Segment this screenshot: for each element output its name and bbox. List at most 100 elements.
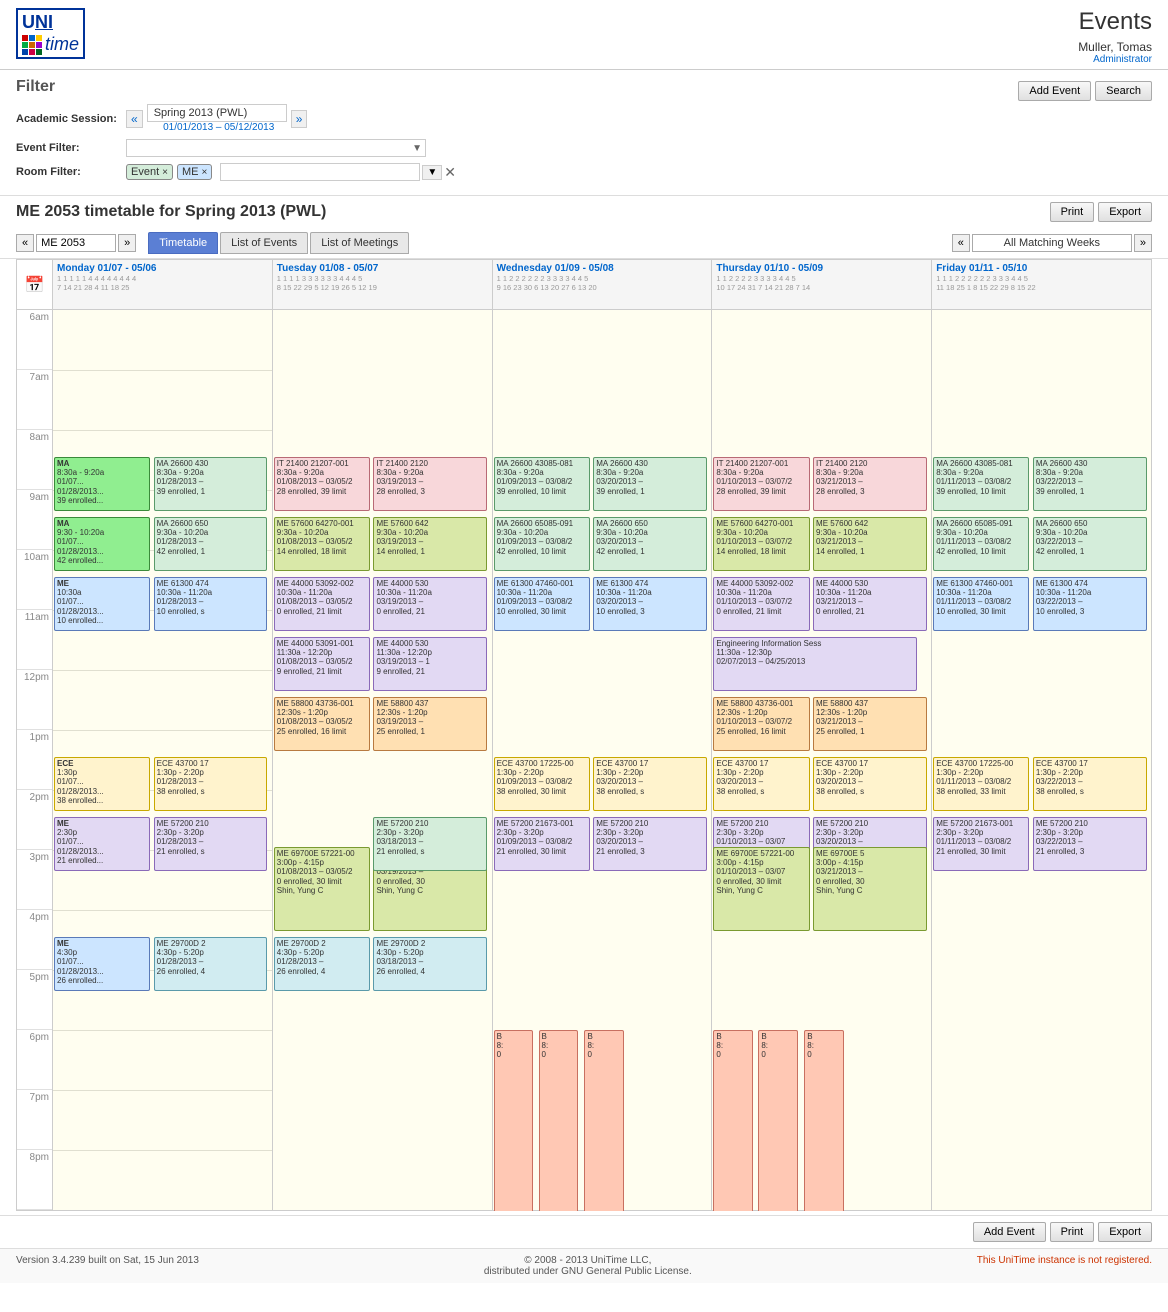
tue-me44000-1[interactable]: ME 44000 53092-002 10:30a - 11:20a 01/08…: [274, 577, 370, 631]
tue-me57200d-r[interactable]: ME 57200 210 2:30p - 3:20p 03/18/2013 – …: [373, 817, 487, 871]
print-button-bottom[interactable]: Print: [1050, 1222, 1095, 1242]
print-button-top[interactable]: Print: [1050, 202, 1095, 222]
tag-me-pill[interactable]: ME ×: [177, 164, 212, 180]
mon-me61300[interactable]: ME 10:30a 01/07... 01/28/2013... 10 enro…: [54, 577, 150, 631]
session-next-btn[interactable]: »: [291, 110, 308, 128]
course-prev-btn[interactable]: «: [16, 234, 34, 252]
thu-event-6pm-2[interactable]: B8:0: [758, 1030, 797, 1211]
fri-ma26600-1[interactable]: MA 26600 43085-081 8:30a - 9:20a 01/11/2…: [933, 457, 1029, 511]
filter-title: Filter: [16, 78, 55, 96]
wed-ma26600-r[interactable]: MA 26600 430 8:30a - 9:20a 03/20/2013 – …: [593, 457, 707, 511]
tue-me29700d-r[interactable]: ME 29700D 2 4:30p - 5:20p 03/18/2013 – 2…: [373, 937, 487, 991]
export-button-bottom[interactable]: Export: [1098, 1222, 1152, 1242]
mon-me29700[interactable]: ME 4:30p 01/07... 01/28/2013... 26 enrol…: [54, 937, 150, 991]
tuesday-grid: IT 21400 21207-001 8:30a - 9:20a 01/08/2…: [273, 310, 492, 1210]
course-next-btn[interactable]: »: [118, 234, 136, 252]
room-filter-arrow-btn[interactable]: ▼: [422, 165, 442, 180]
wed-ma26600-9r[interactable]: MA 26600 650 9:30a - 10:20a 03/20/2013 –…: [593, 517, 707, 571]
tue-me69700-1[interactable]: ME 69700E 57221-00 3:00p - 4:15p 01/08/2…: [274, 847, 370, 931]
monday-grid: MA 8:30a - 9:20a 01/07... 01/28/2013... …: [53, 310, 272, 1210]
room-filter-clear-btn[interactable]: ✕: [444, 164, 456, 181]
event-filter-input[interactable]: [126, 139, 426, 157]
mon-ece43700[interactable]: ECE 1:30p 01/07... 01/28/2013... 38 enro…: [54, 757, 150, 811]
tue-me57600-1[interactable]: ME 57600 64270-001 9:30a - 10:20a 01/08/…: [274, 517, 370, 571]
thu-it21400-1[interactable]: IT 21400 21207-001 8:30a - 9:20a 01/10/2…: [713, 457, 809, 511]
calendar-icon[interactable]: 📅: [25, 275, 45, 295]
thu-it21400-r[interactable]: IT 21400 2120 8:30a - 9:20a 03/21/2013 –…: [813, 457, 927, 511]
tue-me44000-11[interactable]: ME 44000 53091-001 11:30a - 12:20p 01/08…: [274, 637, 370, 691]
mon-ma-9am[interactable]: MA 9:30 - 10:20a 01/07... 01/28/2013... …: [54, 517, 150, 571]
thu-eng-info[interactable]: Engineering Information Sess 11:30a - 12…: [713, 637, 916, 691]
wed-me61300-1[interactable]: ME 61300 47460-001 10:30a - 11:20a 01/09…: [494, 577, 590, 631]
fri-ece43700-r[interactable]: ECE 43700 17 1:30p - 2:20p 03/22/2013 – …: [1033, 757, 1147, 811]
fri-me61300-r[interactable]: ME 61300 474 10:30a - 11:20a 03/22/2013 …: [1033, 577, 1147, 631]
thu-me69700-r[interactable]: ME 69700E 5 3:00p - 4:15p 03/21/2013 – 0…: [813, 847, 927, 931]
fri-me57200-r[interactable]: ME 57200 210 2:30p - 3:20p 03/22/2013 – …: [1033, 817, 1147, 871]
session-prev-btn[interactable]: «: [126, 110, 143, 128]
thu-ece43700-1[interactable]: ECE 43700 17 1:30p - 2:20p 03/20/2013 – …: [713, 757, 809, 811]
tue-it21400-1[interactable]: IT 21400 21207-001 8:30a - 9:20a 01/08/2…: [274, 457, 370, 511]
tab-timetable[interactable]: Timetable: [148, 232, 218, 254]
wed-ece43700-1[interactable]: ECE 43700 17225-00 1:30p - 2:20p 01/09/2…: [494, 757, 590, 811]
fri-ma26600-9r[interactable]: MA 26600 650 9:30a - 10:20a 03/22/2013 –…: [1033, 517, 1147, 571]
thu-me69700-1[interactable]: ME 69700E 57221-00 3:00p - 4:15p 01/10/2…: [713, 847, 809, 931]
fri-ece43700-1[interactable]: ECE 43700 17225-00 1:30p - 2:20p 01/11/2…: [933, 757, 1029, 811]
mon-ma26600-2[interactable]: MA 26600 650 9:30a - 10:20a 01/28/2013 –…: [154, 517, 268, 571]
week-next-btn[interactable]: »: [1134, 234, 1152, 252]
thu-me44000-r[interactable]: ME 44000 530 10:30a - 11:20a 03/21/2013 …: [813, 577, 927, 631]
thu-ece43700-r[interactable]: ECE 43700 17 1:30p - 2:20p 03/20/2013 – …: [813, 757, 927, 811]
fri-me57200-1[interactable]: ME 57200 21673-001 2:30p - 3:20p 01/11/2…: [933, 817, 1029, 871]
tag-event-remove-icon[interactable]: ×: [162, 167, 168, 178]
wed-me57200-1[interactable]: ME 57200 21673-001 2:30p - 3:20p 01/09/2…: [494, 817, 590, 871]
mon-me61300-r[interactable]: ME 61300 474 10:30a - 11:20a 01/28/2013 …: [154, 577, 268, 631]
mon-me29700d-r[interactable]: ME 29700D 2 4:30p - 5:20p 01/28/2013 – 2…: [154, 937, 268, 991]
wed-event-6pm-3[interactable]: B8:0: [584, 1030, 623, 1211]
thursday-title: Thursday 01/10 - 05/09: [716, 263, 927, 274]
wed-me57200-r[interactable]: ME 57200 210 2:30p - 3:20p 03/20/2013 – …: [593, 817, 707, 871]
course-input[interactable]: [36, 234, 116, 252]
grid-line-6: [53, 670, 272, 671]
tab-list-meetings[interactable]: List of Meetings: [310, 232, 409, 254]
fri-ma26600-r[interactable]: MA 26600 430 8:30a - 9:20a 03/22/2013 – …: [1033, 457, 1147, 511]
tue-me44000-11r[interactable]: ME 44000 530 11:30a - 12:20p 03/19/2013 …: [373, 637, 487, 691]
thu-me57600-1[interactable]: ME 57600 64270-001 9:30a - 10:20a 01/10/…: [713, 517, 809, 571]
export-button-top[interactable]: Export: [1098, 202, 1152, 222]
mon-ece43700-r[interactable]: ECE 43700 17 1:30p - 2:20p 01/28/2013 – …: [154, 757, 268, 811]
wed-event-6pm-2[interactable]: B8:0: [539, 1030, 578, 1211]
fri-me61300-1[interactable]: ME 61300 47460-001 10:30a - 11:20a 01/11…: [933, 577, 1029, 631]
calendar-icon-cell[interactable]: 📅: [17, 260, 52, 310]
tue-me44000-r[interactable]: ME 44000 530 10:30a - 11:20a 03/19/2013 …: [373, 577, 487, 631]
add-event-button-top[interactable]: Add Event: [1018, 81, 1091, 101]
thursday-header: Thursday 01/10 - 05/09 1 1 2 2 2 2 3 3 3…: [712, 260, 931, 310]
tue-me29700d-1[interactable]: ME 29700D 2 4:30p - 5:20p 01/28/2013 – 2…: [274, 937, 370, 991]
search-button[interactable]: Search: [1095, 81, 1152, 101]
wed-event-6pm-1[interactable]: B8:0 04/...: [494, 1030, 533, 1211]
week-prev-btn[interactable]: «: [952, 234, 970, 252]
tue-me57600-r[interactable]: ME 57600 642 9:30a - 10:20a 03/19/2013 –…: [373, 517, 487, 571]
tab-list-events[interactable]: List of Events: [220, 232, 308, 254]
thu-me44000-1[interactable]: ME 44000 53092-002 10:30a - 11:20a 01/10…: [713, 577, 809, 631]
mon-ma-event-1[interactable]: MA 8:30a - 9:20a 01/07... 01/28/2013... …: [54, 457, 150, 511]
thu-me58800-1[interactable]: ME 58800 43736-001 12:30s - 1:20p 01/10/…: [713, 697, 809, 751]
mon-me57200[interactable]: ME 2:30p 01/07... 01/28/2013... 21 enrol…: [54, 817, 150, 871]
tue-me58800-1[interactable]: ME 58800 43736-001 12:30s - 1:20p 01/08/…: [274, 697, 370, 751]
tue-me58800-r[interactable]: ME 58800 437 12:30s - 1:20p 03/19/2013 –…: [373, 697, 487, 751]
room-filter-label: Room Filter:: [16, 166, 126, 178]
tag-me-remove-icon[interactable]: ×: [201, 167, 207, 178]
thu-me58800-r[interactable]: ME 58800 437 12:30s - 1:20p 03/21/2013 –…: [813, 697, 927, 751]
thu-event-6pm-1[interactable]: B8:0: [713, 1030, 752, 1211]
room-filter-input[interactable]: [220, 163, 420, 181]
wed-ma26600-1[interactable]: MA 26600 43085-081 8:30a - 9:20a 01/09/2…: [494, 457, 590, 511]
wed-me61300-r[interactable]: ME 61300 474 10:30a - 11:20a 03/20/2013 …: [593, 577, 707, 631]
thu-event-6pm-3[interactable]: B8:0: [804, 1030, 843, 1211]
fri-ma26600-9[interactable]: MA 26600 65085-091 9:30a - 10:20a 01/11/…: [933, 517, 1029, 571]
add-event-button-bottom[interactable]: Add Event: [973, 1222, 1046, 1242]
tue-it21400-r[interactable]: IT 21400 2120 8:30a - 9:20a 03/19/2013 –…: [373, 457, 487, 511]
wed-ece43700-r[interactable]: ECE 43700 17 1:30p - 2:20p 03/20/2013 – …: [593, 757, 707, 811]
mon-ma26600-1[interactable]: MA 26600 430 8:30a - 9:20a 01/28/2013 – …: [154, 457, 268, 511]
logo[interactable]: UNI time: [16, 8, 89, 59]
tag-event-pill[interactable]: Event ×: [126, 164, 173, 180]
mon-me57200-r[interactable]: ME 57200 210 2:30p - 3:20p 01/28/2013 – …: [154, 817, 268, 871]
wed-ma26600-9[interactable]: MA 26600 65085-091 9:30a - 10:20a 01/09/…: [494, 517, 590, 571]
thu-me57600-r[interactable]: ME 57600 642 9:30a - 10:20a 03/21/2013 –…: [813, 517, 927, 571]
